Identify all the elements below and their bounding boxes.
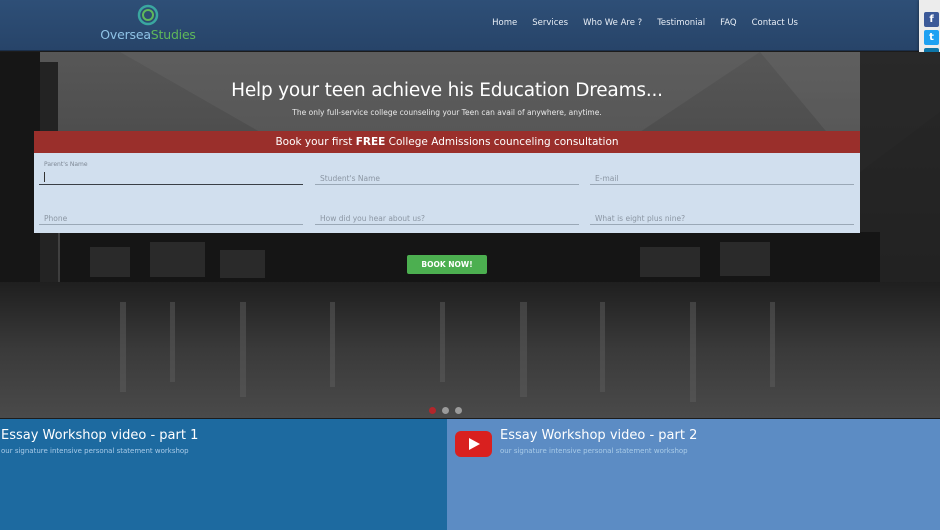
nav-home[interactable]: Home xyxy=(492,18,517,28)
phone-placeholder: Phone xyxy=(44,214,68,223)
banner-highlight: FREE xyxy=(355,136,386,148)
referral-source-placeholder: How did you hear about us? xyxy=(320,214,425,223)
site-logo[interactable]: OverseaStudies xyxy=(100,4,196,48)
site-header: OverseaStudies Home Services Who We Are … xyxy=(0,0,940,51)
consultation-banner: Book your first FREE College Admissions … xyxy=(34,131,860,153)
nav-who-we-are[interactable]: Who We Are ? xyxy=(583,18,642,28)
nav-testimonial[interactable]: Testimonial xyxy=(657,18,705,28)
hero-section: Help your teen achieve his Education Dre… xyxy=(0,52,940,418)
logo-text: OverseaStudies xyxy=(100,27,196,42)
parent-name-label: Parent's Name xyxy=(44,161,88,168)
text-caret xyxy=(44,172,45,182)
video-panel-part-1[interactable]: Essay Workshop video - part 1 our signat… xyxy=(0,419,447,530)
email-placeholder: E-mail xyxy=(595,174,619,183)
slider-dots xyxy=(429,407,462,414)
email-field[interactable]: E-mail xyxy=(590,159,854,185)
slider-dot-3[interactable] xyxy=(455,407,462,414)
logo-mark-icon xyxy=(137,4,159,26)
banner-prefix: Book your first xyxy=(275,136,356,148)
nav-faq[interactable]: FAQ xyxy=(720,18,736,28)
referral-source-field[interactable]: How did you hear about us? xyxy=(315,199,579,225)
video-panel-part-2[interactable]: Essay Workshop video - part 2 our signat… xyxy=(447,419,940,530)
captcha-placeholder: What is eight plus nine? xyxy=(595,214,686,223)
logo-text-studies: Studies xyxy=(150,27,196,42)
phone-field[interactable]: Phone xyxy=(39,199,303,225)
twitter-icon[interactable]: t xyxy=(924,30,939,45)
facebook-icon[interactable]: f xyxy=(924,12,939,27)
student-name-placeholder: Student's Name xyxy=(320,174,381,183)
video-panel-subtitle: our signature intensive personal stateme… xyxy=(1,447,189,455)
booking-form: Parent's Name Student's Name E-mail Phon… xyxy=(34,153,860,233)
book-now-button[interactable]: BOOK NOW! xyxy=(407,255,487,274)
youtube-play-icon[interactable] xyxy=(455,431,492,457)
video-panel-title[interactable]: Essay Workshop video - part 1 xyxy=(1,428,198,443)
slider-dot-1[interactable] xyxy=(429,407,436,414)
main-nav: Home Services Who We Are ? Testimonial F… xyxy=(492,18,798,28)
nav-services[interactable]: Services xyxy=(532,18,568,28)
hero-title: Help your teen achieve his Education Dre… xyxy=(231,80,663,101)
banner-suffix: College Admissions counceling consultati… xyxy=(385,136,619,148)
video-panel-subtitle: our signature intensive personal stateme… xyxy=(500,447,688,455)
nav-contact-us[interactable]: Contact Us xyxy=(752,18,798,28)
slider-dot-2[interactable] xyxy=(442,407,449,414)
captcha-field[interactable]: What is eight plus nine? xyxy=(590,199,854,225)
hero-subtitle: The only full-service college counseling… xyxy=(292,108,602,117)
logo-text-oversea: Oversea xyxy=(100,27,151,42)
parent-name-field[interactable]: Parent's Name xyxy=(39,159,303,185)
hero-background-image xyxy=(0,52,940,418)
video-panel-title[interactable]: Essay Workshop video - part 2 xyxy=(500,428,697,443)
student-name-field[interactable]: Student's Name xyxy=(315,159,579,185)
